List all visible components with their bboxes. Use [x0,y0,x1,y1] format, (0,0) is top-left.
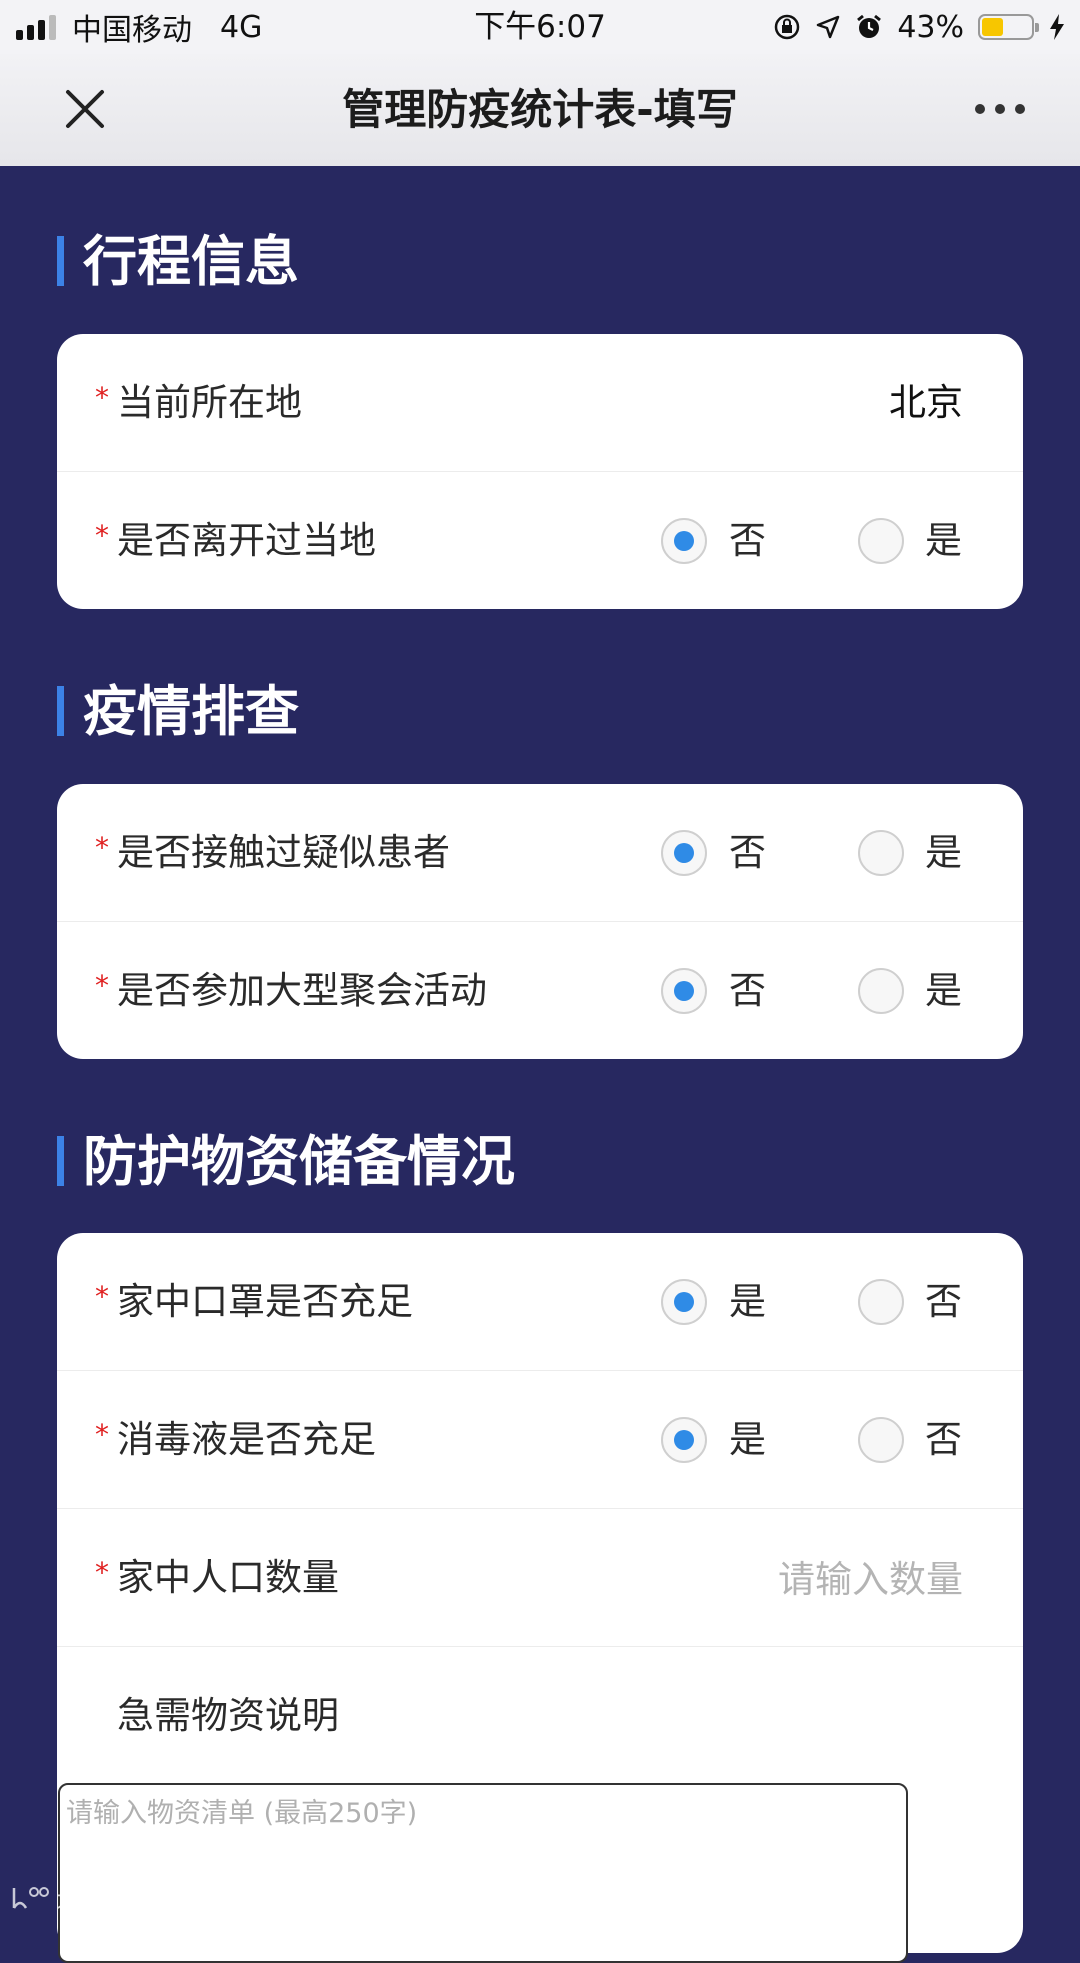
left-local-option-yes[interactable]: 是 [925,472,962,609]
masks-label: 家中口罩是否充足 [117,1280,413,1323]
watermark-text: 大数跨境 [56,1888,145,1913]
more-icon[interactable] [974,102,1026,116]
required-mark: * [95,1280,109,1313]
alarm-icon [857,14,882,38]
location-row[interactable]: * 当前所在地 北京 [57,334,1023,472]
required-mark: * [95,1556,109,1589]
status-bar: 中国移动 4G 下午6:07 43% [0,0,1080,54]
location-arrow-icon [817,15,840,39]
masks-radio-yes[interactable] [661,1279,707,1325]
left-local-label: 是否离开过当地 [117,519,376,562]
gathering-radio-yes[interactable] [858,968,904,1014]
household-count-input[interactable]: 请输入数量 [778,1509,963,1651]
charging-bolt-icon [1050,14,1064,40]
masks-row: * 家中口罩是否充足 是 否 [57,1233,1023,1371]
watermark-logo-icon [12,1887,49,1909]
required-mark: * [95,1418,109,1451]
contact-radio-yes[interactable] [858,830,904,876]
gathering-option-no[interactable]: 否 [729,922,766,1059]
disinfectant-option-yes[interactable]: 是 [729,1371,766,1509]
section-accent-bar [57,686,64,736]
battery-level-fill [982,18,1003,36]
section-accent-bar [57,1136,64,1186]
required-mark: * [95,381,109,414]
page-title: 管理防疫统计表-填写 [342,85,738,134]
battery-percent: 43% [897,9,964,45]
left-local-row: * 是否离开过当地 否 是 [57,472,1023,609]
contact-label: 是否接触过疑似患者 [117,831,450,874]
required-mark: * [95,519,109,552]
section-title-supplies: 防护物资储备情况 [83,1130,515,1193]
orientation-lock-icon [775,14,800,40]
nav-bar: 管理防疫统计表-填写 [0,54,1080,166]
left-local-option-no[interactable]: 否 [729,472,766,609]
masks-option-no[interactable]: 否 [925,1233,962,1371]
masks-option-yes[interactable]: 是 [729,1233,766,1371]
gathering-option-yes[interactable]: 是 [925,922,962,1059]
urgent-supplies-textarea[interactable] [58,1783,908,1963]
disinfectant-row: * 消毒液是否充足 是 否 [57,1371,1023,1509]
required-mark: * [95,831,109,864]
household-row[interactable]: * 家中人口数量 请输入数量 [57,1509,1023,1647]
section-accent-bar [57,236,64,286]
location-label: 当前所在地 [117,381,302,424]
section-title-screening: 疫情排查 [83,680,299,743]
required-mark: * [95,969,109,1002]
urgent-supplies-row: 急需物资说明 [57,1647,1023,1785]
disinfectant-radio-no[interactable] [858,1417,904,1463]
contact-row: * 是否接触过疑似患者 否 是 [57,784,1023,922]
disinfectant-option-no[interactable]: 否 [925,1371,962,1509]
gathering-label: 是否参加大型聚会活动 [117,969,487,1012]
card-trip: * 当前所在地 北京 * 是否离开过当地 否 是 [57,334,1023,609]
household-label: 家中人口数量 [117,1556,339,1599]
masks-radio-no[interactable] [858,1279,904,1325]
left-local-radio-yes[interactable] [858,518,904,564]
gathering-radio-no[interactable] [661,968,707,1014]
card-screening: * 是否接触过疑似患者 否 是 * 是否参加大型聚会活动 否 是 [57,784,1023,1059]
contact-radio-no[interactable] [661,830,707,876]
location-value[interactable]: 北京 [889,334,963,472]
watermark: 大数跨境 [10,1880,144,1916]
battery-icon [978,14,1039,40]
disinfectant-radio-yes[interactable] [661,1417,707,1463]
status-bar-right: 43% [773,0,1066,54]
contact-option-yes[interactable]: 是 [925,784,962,922]
disinfectant-label: 消毒液是否充足 [117,1418,376,1461]
urgent-supplies-label: 急需物资说明 [117,1694,339,1737]
gathering-row: * 是否参加大型聚会活动 否 是 [57,922,1023,1059]
left-local-radio-no[interactable] [661,518,707,564]
contact-option-no[interactable]: 否 [729,784,766,922]
section-title-trip: 行程信息 [83,230,299,293]
